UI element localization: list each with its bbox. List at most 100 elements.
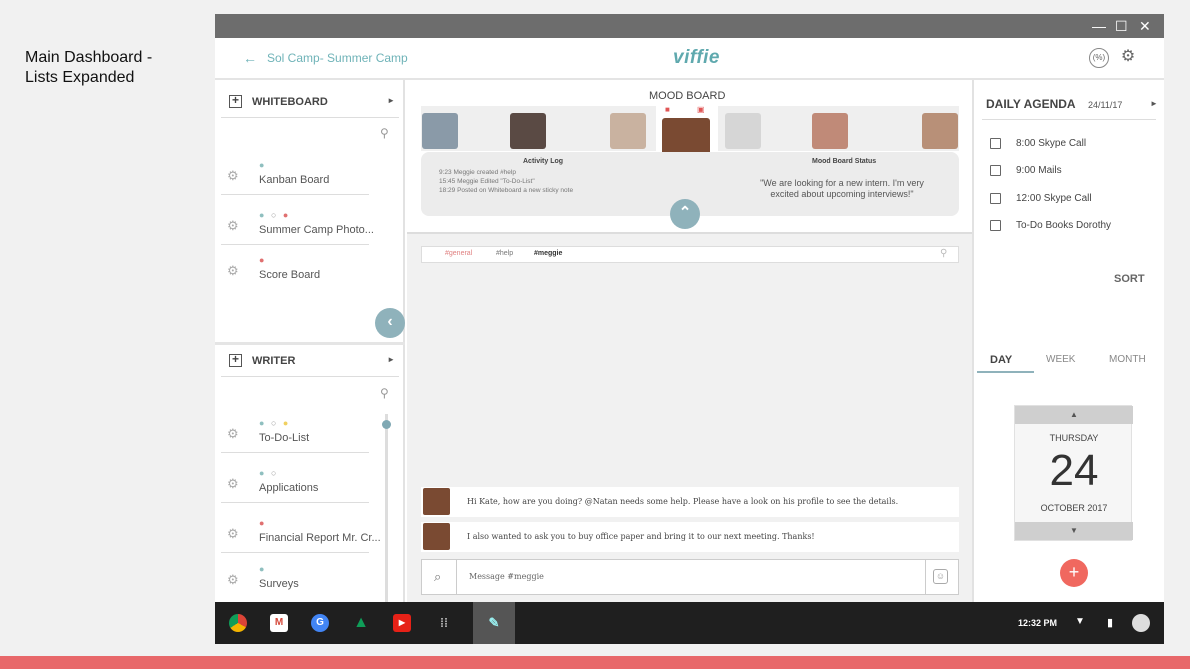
emoji-icon[interactable]: ☺: [933, 569, 948, 584]
message-composer: ⌕ Message #meggie ☺: [421, 559, 959, 595]
avatar[interactable]: [922, 113, 958, 149]
activity-log-title: Activity Log: [523, 158, 564, 165]
channel-tabs: #general #help #meggie ⚲: [421, 246, 959, 263]
attachment-icon[interactable]: ⌕: [434, 569, 441, 585]
whiteboard-item-photos[interactable]: ⚙ ● ○ ● Summer Camp Photo...: [221, 200, 374, 245]
chat-icon[interactable]: ▣: [697, 105, 705, 114]
whiteboard-header[interactable]: + WHITEBOARD ►: [221, 86, 399, 118]
mood-status-icon[interactable]: (%): [1089, 48, 1109, 68]
message-input[interactable]: Message #meggie: [456, 560, 926, 594]
scrollbar-track[interactable]: [385, 414, 388, 604]
user-avatar[interactable]: [1132, 614, 1150, 632]
channel-tag-general[interactable]: #general: [445, 250, 472, 257]
writer-item-todo[interactable]: ⚙ ● ○ ● To-Do-List: [221, 408, 369, 453]
avatar[interactable]: [510, 113, 546, 149]
google-icon[interactable]: G: [311, 614, 329, 632]
wifi-icon[interactable]: ▼: [1075, 616, 1085, 627]
drive-icon[interactable]: ▲: [352, 614, 370, 632]
calendar-next-button[interactable]: ▼: [1015, 522, 1133, 540]
calendar-prev-button[interactable]: ▲: [1015, 406, 1133, 424]
scrollbar-thumb[interactable]: [382, 420, 391, 429]
chevron-right-icon[interactable]: ►: [387, 355, 395, 364]
avatar[interactable]: [812, 113, 848, 149]
search-icon[interactable]: ⚲: [380, 386, 389, 400]
daily-agenda-title: DAILY AGENDA: [986, 97, 1076, 111]
battery-icon[interactable]: ▮: [1107, 616, 1113, 629]
list-item-label: Surveys: [259, 578, 299, 590]
viffie-app-icon[interactable]: ✎: [485, 614, 503, 632]
gear-icon[interactable]: ⚙: [227, 168, 239, 184]
writer-item-surveys[interactable]: ⚙ ● Surveys: [221, 554, 369, 599]
chevron-right-icon[interactable]: ►: [387, 96, 395, 105]
whiteboard-item-kanban[interactable]: ⚙ ● Kanban Board: [221, 150, 369, 195]
tab-day[interactable]: DAY: [990, 354, 1012, 366]
back-arrow-icon[interactable]: ←: [243, 50, 257, 66]
add-agenda-item-button[interactable]: +: [1060, 559, 1088, 587]
channel-tag-help[interactable]: #help: [496, 250, 513, 257]
writer-item-applications[interactable]: ⚙ ● ○ Applications: [221, 458, 369, 503]
collapse-left-sidebar-button[interactable]: ‹: [375, 308, 405, 338]
tab-week[interactable]: WEEK: [1046, 354, 1075, 365]
checkbox[interactable]: [990, 165, 1001, 176]
gear-icon[interactable]: ⚙: [227, 426, 239, 442]
video-icon[interactable]: ■: [665, 105, 670, 114]
avatar[interactable]: [423, 523, 450, 550]
center-panel: MOOD BOARD ■ ▣ Activity Log 9:23 Meggie …: [407, 80, 972, 602]
channel-tag-meggie[interactable]: #meggie: [534, 250, 562, 257]
gear-icon[interactable]: ⚙: [227, 263, 239, 279]
add-whiteboard-icon[interactable]: +: [229, 94, 242, 108]
avatar[interactable]: [422, 113, 458, 149]
gear-icon[interactable]: ⚙: [227, 572, 239, 588]
chrome-icon[interactable]: [229, 614, 247, 632]
chat-message: Hi Kate, how are you doing? @Natan needs…: [421, 487, 959, 517]
gear-icon[interactable]: ⚙: [227, 476, 239, 492]
avatar[interactable]: [423, 488, 450, 515]
status-dots: ● ○ ●: [259, 418, 291, 428]
tab-month[interactable]: MONTH: [1109, 354, 1146, 365]
gear-icon[interactable]: ⚙: [227, 526, 239, 542]
search-icon[interactable]: ⚲: [380, 126, 389, 140]
system-clock[interactable]: 12:32 PM: [1018, 618, 1057, 628]
add-writer-icon[interactable]: +: [229, 353, 242, 367]
close-button[interactable]: ✕: [1139, 17, 1151, 35]
writer-label: WRITER: [252, 355, 296, 367]
agenda-item-label: 9:00 Mails: [1016, 165, 1062, 176]
youtube-icon[interactable]: ▶: [393, 614, 411, 632]
status-dots: ●: [259, 518, 267, 528]
activity-entry: 15:45 Meggie Edited "To-Do-List": [439, 178, 535, 185]
collapse-mood-board-button[interactable]: ⌃: [670, 199, 700, 229]
gmail-icon[interactable]: M: [270, 614, 288, 632]
status-dots: ●: [259, 564, 267, 574]
mood-status-quote: "We are looking for a new intern. I'm ve…: [760, 178, 924, 199]
activity-entry: 9:23 Meggie created #help: [439, 169, 516, 176]
search-icon[interactable]: ⚲: [940, 248, 947, 259]
status-dots: ● ○ ●: [259, 210, 291, 220]
sort-button[interactable]: SORT: [1114, 273, 1145, 285]
project-title[interactable]: Sol Camp- Summer Camp: [267, 51, 408, 65]
avatar[interactable]: [610, 113, 646, 149]
whiteboard-item-score[interactable]: ⚙ ● Score Board: [221, 245, 369, 290]
chevron-right-icon[interactable]: ►: [1150, 99, 1158, 108]
avatar[interactable]: [725, 113, 761, 149]
window-titlebar: — ☐ ✕: [215, 14, 1164, 38]
calendar-month-year: OCTOBER 2017: [1040, 503, 1108, 513]
maximize-button[interactable]: ☐: [1115, 17, 1128, 35]
agenda-item-label: To-Do Books Dorothy: [1016, 220, 1112, 231]
checkbox[interactable]: [990, 220, 1001, 231]
minimize-button[interactable]: —: [1092, 17, 1106, 35]
calendar-day-number: 24: [1049, 446, 1099, 495]
checkbox[interactable]: [990, 138, 1001, 149]
writer-item-financial[interactable]: ⚙ ● Financial Report Mr. Cr...: [221, 508, 381, 553]
app-header: ← Sol Camp- Summer Camp viffie (%) ⚙: [215, 38, 1164, 80]
user-settings-icon[interactable]: ⚙: [1118, 48, 1138, 68]
app-launcher-icon[interactable]: ⁞⁞: [435, 614, 453, 632]
right-sidebar: DAILY AGENDA 24/11/17 ► 8:00 Skype Call …: [972, 80, 1164, 602]
gear-icon[interactable]: ⚙: [227, 218, 239, 234]
list-item-label: Score Board: [259, 269, 321, 281]
status-dots: ● ○: [259, 468, 279, 478]
whiteboard-label: WHITEBOARD: [252, 96, 328, 108]
slide-title: Main Dashboard - Lists Expanded: [25, 49, 153, 86]
app-window: — ☐ ✕ ← Sol Camp- Summer Camp viffie (%)…: [215, 14, 1164, 644]
writer-header[interactable]: + WRITER ►: [221, 345, 399, 377]
checkbox[interactable]: [990, 193, 1001, 204]
